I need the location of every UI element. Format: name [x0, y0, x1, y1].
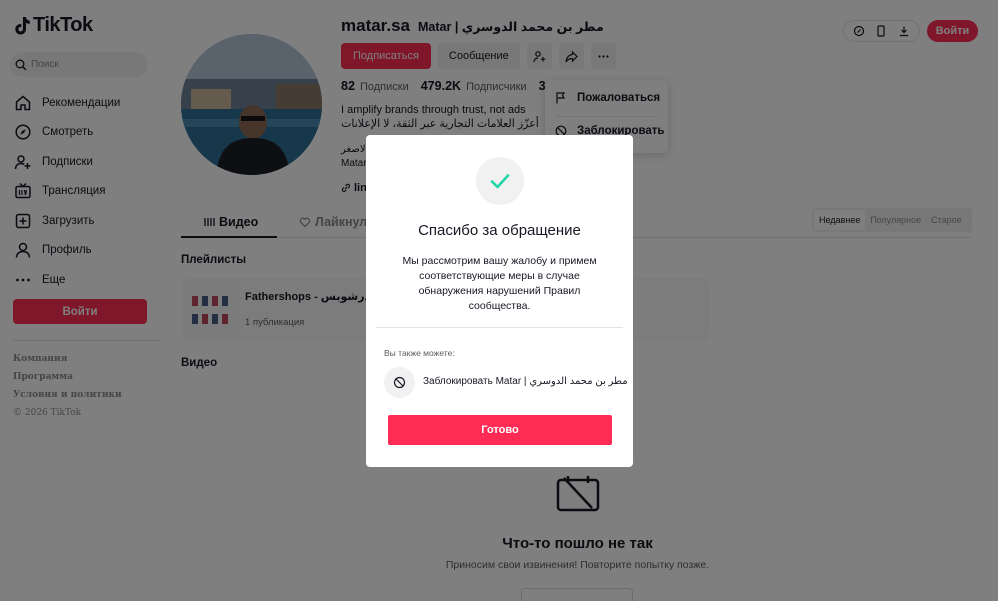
dialog-message: Мы рассмотрим вашу жалобу и примем соотв…: [402, 255, 597, 312]
report-confirmation-dialog: Спасибо за обращение Мы рассмотрим вашу …: [366, 135, 633, 467]
block-icon: [393, 376, 406, 389]
dialog-title: Спасибо за обращение: [418, 222, 581, 239]
checkmark-icon: [490, 174, 510, 189]
dialog-divider: [376, 327, 623, 328]
block-user-icon-button[interactable]: [384, 367, 415, 398]
block-user-option[interactable]: Заблокировать Matar | مطر بن محمد الدوسر…: [423, 376, 628, 387]
also-can-label: Вы также можете:: [384, 348, 455, 358]
done-button[interactable]: Готово: [388, 415, 612, 445]
success-badge: [476, 157, 524, 205]
